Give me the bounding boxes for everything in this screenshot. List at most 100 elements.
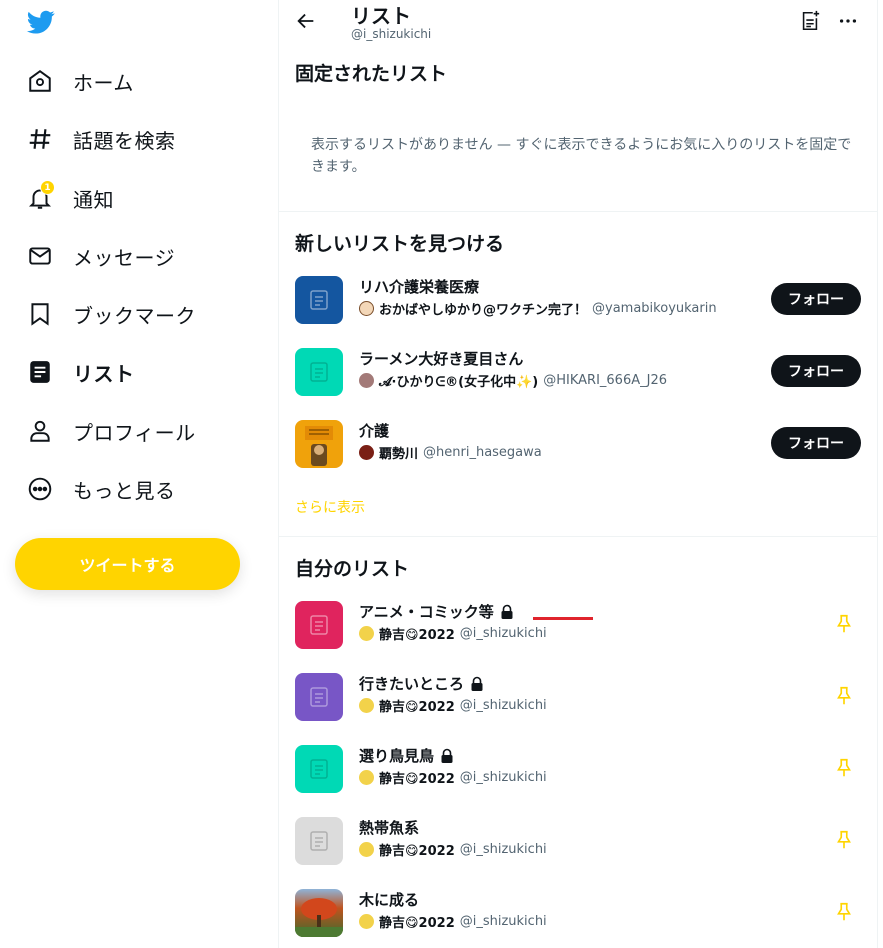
list-name-text: アニメ・コミック等 [359, 603, 494, 621]
page-handle: @i_shizukichi [351, 27, 432, 41]
profile-icon [26, 417, 54, 445]
nav-item-lists[interactable]: リスト [26, 352, 135, 392]
pin-icon[interactable] [833, 613, 855, 635]
more-horizontal-icon[interactable] [837, 10, 859, 32]
nav-item-explore[interactable]: 話題を検索 [26, 119, 176, 159]
list-thumbnail [295, 348, 343, 396]
nav-label-lists: リスト [73, 361, 135, 386]
nav-label-explore: 話題を検索 [73, 128, 176, 153]
list-owner: 静吉😋2022 @i_shizukichi [359, 624, 547, 643]
list-thumbnail [295, 889, 343, 937]
bell-icon: 1 [26, 180, 55, 212]
tweet-button[interactable]: ツイートする [15, 538, 240, 590]
nav-item-profile[interactable]: プロフィール [26, 411, 196, 451]
owner-handle: @i_shizukichi [459, 914, 547, 929]
page-header: リスト @i_shizukichi [279, 0, 879, 44]
my-list-item[interactable]: 行きたいところ 静吉😋2022 @i_shizukichi [279, 661, 878, 733]
owner-name: 静吉😋2022 [379, 628, 455, 643]
nav-label-more: もっと見る [73, 478, 176, 503]
nav-item-home[interactable]: ホーム [26, 61, 134, 101]
my-list-item[interactable]: 熱帯魚系 静吉😋2022 @i_shizukichi [279, 805, 878, 877]
nav-item-notifications[interactable]: 1 通知 [26, 178, 114, 218]
divider [279, 536, 878, 537]
discover-list-item[interactable]: リハ介護栄養医療 おかばやしゆかり@ワクチン完了！ @yamabikoyukar… [279, 264, 878, 336]
back-arrow-icon[interactable] [295, 10, 317, 32]
my-list-item[interactable]: アニメ・コミック等 静吉😋2022 @i_shizukichi [279, 589, 878, 661]
pin-icon[interactable] [833, 685, 855, 707]
avatar [359, 914, 374, 929]
sidebar: ホーム 話題を検索 1 通知 メッセージ ブックマーク リスト プロフィール も… [0, 0, 278, 948]
nav-item-more[interactable]: もっと見る [26, 469, 176, 509]
hashtag-icon [26, 125, 54, 153]
list-name: 介護 [359, 422, 390, 440]
list-owner: 覇勢川 @henri_hasegawa [359, 443, 542, 462]
owner-handle: @henri_hasegawa [423, 445, 542, 460]
more-circle-icon [26, 475, 54, 503]
lock-icon [471, 676, 483, 691]
follow-button[interactable]: フォロー [771, 427, 861, 459]
avatar [359, 698, 374, 713]
nav-label-bookmarks: ブックマーク [73, 303, 196, 328]
lock-icon [501, 604, 513, 619]
my-list-item[interactable]: 木に成る 静吉😋2022 @i_shizukichi [279, 877, 878, 948]
lock-icon [441, 748, 453, 763]
follow-button[interactable]: フォロー [771, 283, 861, 315]
pinned-empty-message: 表示するリストがありません — すぐに表示できるようにお気に入りのリストを固定で… [311, 137, 852, 175]
list-thumbnail [295, 276, 343, 324]
show-more-link[interactable]: さらに表示 [295, 497, 365, 517]
owner-handle: @i_shizukichi [459, 698, 547, 713]
home-icon [26, 67, 54, 95]
discover-list-item[interactable]: 介護 覇勢川 @henri_hasegawa フォロー [279, 408, 878, 480]
list-owner: 静吉😋2022 @i_shizukichi [359, 696, 547, 715]
list-owner: 静吉😋2022 @i_shizukichi [359, 840, 547, 859]
list-name: 熱帯魚系 [359, 817, 419, 838]
follow-button[interactable]: フォロー [771, 355, 861, 387]
owner-name: 静吉😋2022 [379, 844, 455, 859]
avatar [359, 373, 374, 388]
mail-icon [26, 242, 54, 270]
list-owner: 静吉😋2022 @i_shizukichi [359, 912, 547, 931]
owner-handle: @HIKARI_666A_J26 [543, 373, 667, 388]
owner-name: 𝓐·ひかりᕮ®(女子化中✨) [379, 375, 539, 390]
my-lists-title: 自分のリスト [295, 558, 410, 580]
nav-label-messages: メッセージ [73, 245, 176, 270]
new-list-icon[interactable] [799, 10, 821, 32]
my-list-item[interactable]: 選り鳥見鳥 静吉😋2022 @i_shizukichi [279, 733, 878, 805]
list-owner: 𝓐·ひかりᕮ®(女子化中✨) @HIKARI_666A_J26 [359, 371, 667, 390]
avatar [359, 842, 374, 857]
nav-item-messages[interactable]: メッセージ [26, 236, 175, 276]
list-owner: 静吉😋2022 @i_shizukichi [359, 768, 547, 787]
nav-label-home: ホーム [73, 70, 134, 95]
list-name: リハ介護栄養医療 [359, 278, 480, 296]
avatar [359, 770, 374, 785]
pin-icon[interactable] [833, 829, 855, 851]
pin-icon[interactable] [833, 901, 855, 923]
owner-handle: @i_shizukichi [459, 770, 547, 785]
owner-name: おかばやしゆかり@ワクチン完了！ [379, 303, 588, 318]
avatar [359, 445, 374, 460]
owner-name: 静吉😋2022 [379, 700, 455, 715]
red-underline-mark [533, 617, 593, 620]
list-thumbnail [295, 601, 343, 649]
discover-lists-title: 新しいリストを見つける [295, 233, 505, 255]
avatar [359, 301, 374, 316]
owner-handle: @i_shizukichi [459, 842, 547, 857]
owner-name: 静吉😋2022 [379, 916, 455, 931]
bookmark-icon [26, 300, 54, 328]
list-name: 行きたいところ [359, 673, 484, 694]
twitter-logo-icon[interactable] [26, 8, 56, 36]
discover-list-item[interactable]: ラーメン大好き夏目さん 𝓐·ひかりᕮ®(女子化中✨) @HIKARI_666A_… [279, 336, 878, 408]
page-title: リスト [351, 4, 411, 28]
list-name: 選り鳥見鳥 [359, 745, 454, 766]
main-column: リスト @i_shizukichi 固定されたリスト 表示するリストがありません… [278, 0, 878, 948]
list-thumbnail [295, 420, 343, 468]
owner-name: 静吉😋2022 [379, 772, 455, 787]
list-name-text: 熱帯魚系 [359, 819, 420, 837]
nav-item-bookmarks[interactable]: ブックマーク [26, 294, 196, 334]
pin-icon[interactable] [833, 757, 855, 779]
list-name-text: 木に成る [359, 891, 420, 909]
owner-handle: @i_shizukichi [459, 626, 547, 641]
divider [279, 211, 878, 212]
list-thumbnail [295, 745, 343, 793]
list-name: 木に成る [359, 889, 419, 910]
